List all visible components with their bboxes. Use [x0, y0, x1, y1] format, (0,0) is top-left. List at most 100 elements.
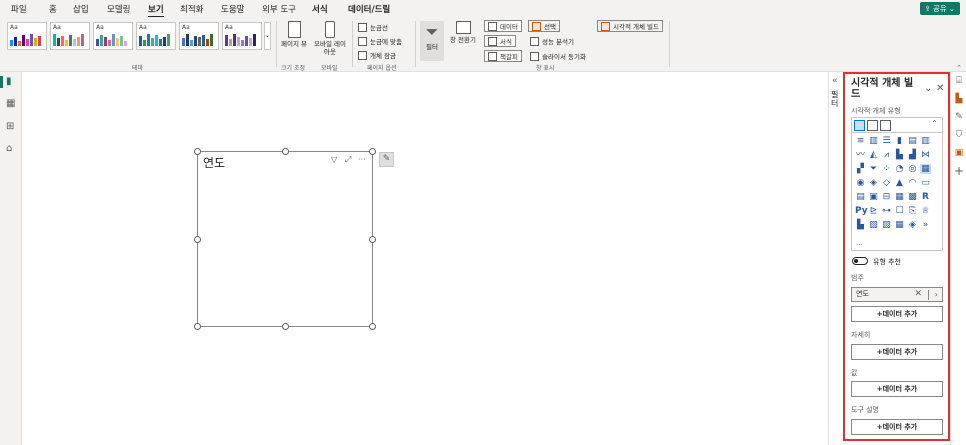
- selection-icon[interactable]: ▣: [954, 148, 964, 158]
- add-data-values-button[interactable]: +데이터 추가: [851, 381, 943, 397]
- filled-map-icon[interactable]: ◈: [868, 178, 879, 188]
- card-icon[interactable]: ▭: [920, 178, 931, 188]
- share-button[interactable]: ⇪ 공유 ⌄: [919, 2, 960, 15]
- menu-view[interactable]: 보기: [148, 3, 164, 18]
- theme-thumbnail[interactable]: Aa: [7, 22, 47, 50]
- matrix-icon[interactable]: ▩: [907, 192, 918, 202]
- matrix-tab-icon[interactable]: [880, 120, 891, 131]
- pane-switcher-button[interactable]: 창 전환기: [450, 21, 476, 44]
- theme-thumbnail[interactable]: Aa: [93, 22, 133, 50]
- selected-visual[interactable]: 연도 ▽ ⤢ ···: [194, 148, 376, 330]
- power-apps-icon[interactable]: ▧: [868, 220, 879, 230]
- lock-objects-checkbox[interactable]: 개체 잠금: [358, 50, 396, 60]
- category-field-pill[interactable]: 연도 ✕ ›: [851, 287, 943, 302]
- menu-home[interactable]: 홈: [49, 3, 57, 15]
- key-influencers-icon[interactable]: ⊵: [868, 206, 879, 216]
- stacked-area-icon[interactable]: ⩘: [881, 150, 892, 160]
- donut-icon[interactable]: ◎: [907, 164, 918, 174]
- stacked-column-icon[interactable]: ▥: [868, 136, 879, 146]
- filter-icon[interactable]: ▽: [331, 155, 337, 164]
- type-suggest-toggle[interactable]: [852, 257, 868, 265]
- multi-row-card-icon[interactable]: ▤: [855, 192, 866, 202]
- chevron-visual-icon[interactable]: »: [920, 220, 931, 230]
- decomposition-tree-icon[interactable]: ⊶: [881, 206, 892, 216]
- table-icon[interactable]: ▦: [894, 192, 905, 202]
- area-chart-icon[interactable]: ◭: [868, 150, 879, 160]
- more-visuals-icon[interactable]: ···: [856, 241, 863, 249]
- performance-analyzer-button[interactable]: 성능 분석기: [530, 36, 574, 46]
- data-pane-button[interactable]: 데이터: [484, 20, 522, 32]
- theme-thumbnail[interactable]: Aa: [179, 22, 219, 50]
- table-view-icon[interactable]: ▦: [6, 99, 17, 109]
- line-clustered-icon[interactable]: ▟: [907, 150, 918, 160]
- funnel-icon[interactable]: ⏷: [868, 164, 879, 174]
- add-data-details-button[interactable]: +데이터 추가: [851, 344, 943, 360]
- diamond-visual-icon[interactable]: ◈: [907, 220, 918, 230]
- clustered-column-icon[interactable]: ▮: [894, 136, 905, 146]
- add-icon[interactable]: +: [954, 165, 964, 177]
- qa-icon[interactable]: ☐: [894, 206, 905, 216]
- data-pane-icon[interactable]: ⌸: [954, 76, 964, 86]
- paginated-report-icon[interactable]: ▙: [855, 220, 866, 230]
- theme-thumbnail[interactable]: Aa: [136, 22, 176, 50]
- build-visual-pane-button[interactable]: 시각적 개체 빌드: [597, 20, 663, 32]
- chevron-down-icon[interactable]: ⌄: [924, 83, 932, 94]
- report-view-icon[interactable]: ▮: [6, 77, 17, 87]
- azure-map-icon[interactable]: ▲: [894, 178, 905, 188]
- stacked-bar-icon[interactable]: ≡: [855, 136, 866, 146]
- theme-thumbnail[interactable]: Aa: [222, 22, 262, 50]
- more-options-icon[interactable]: ···: [358, 155, 366, 164]
- menu-modeling[interactable]: 모델링: [107, 3, 130, 15]
- add-data-tooltips-button[interactable]: +데이터 추가: [851, 419, 943, 435]
- format-visual-icon[interactable]: ✎: [954, 112, 964, 122]
- resize-handle[interactable]: [282, 148, 289, 155]
- remove-field-icon[interactable]: ✕: [914, 288, 922, 301]
- menu-insert[interactable]: 삽입: [73, 3, 89, 15]
- clustered-bar-icon[interactable]: ☰: [881, 136, 892, 146]
- mobile-layout-button[interactable]: 모바일 레이아웃: [313, 21, 347, 56]
- dax-query-icon[interactable]: ⌂: [6, 144, 17, 154]
- table-tab-icon[interactable]: [867, 120, 878, 131]
- menu-file[interactable]: 파일: [11, 3, 27, 15]
- chevron-right-icon[interactable]: ›: [935, 288, 938, 301]
- power-bi-icon[interactable]: ▦: [894, 220, 905, 230]
- resize-handle[interactable]: [369, 236, 376, 243]
- page-view-button[interactable]: 페이지 뷰: [281, 21, 307, 48]
- menu-optimize[interactable]: 최적화: [180, 3, 203, 15]
- bookmarks-pane-button[interactable]: 책갈피: [484, 50, 522, 62]
- filters-pane-collapsed[interactable]: « 필터: [828, 72, 842, 445]
- themes-more-button[interactable]: ⌄: [264, 22, 271, 50]
- resize-handle[interactable]: [369, 148, 376, 155]
- focus-mode-icon[interactable]: ⤢: [345, 155, 351, 165]
- expand-chevron-icon[interactable]: «: [832, 76, 838, 86]
- menu-help[interactable]: 도움말: [221, 3, 244, 15]
- resize-handle[interactable]: [194, 236, 201, 243]
- power-automate-icon[interactable]: ▨: [881, 220, 892, 230]
- filters-pane-button[interactable]: ⏷ 필터: [420, 21, 444, 61]
- menu-format[interactable]: 서식: [312, 3, 328, 15]
- ribbon-chart-icon[interactable]: ⋈: [920, 150, 931, 160]
- build-visual-tab-icon[interactable]: [854, 120, 865, 131]
- report-canvas[interactable]: [23, 72, 828, 445]
- collapse-ribbon-icon[interactable]: ⌃: [956, 64, 962, 72]
- sync-slicers-button[interactable]: 슬라이서 동기화: [530, 51, 586, 61]
- line-chart-icon[interactable]: 〰: [855, 150, 866, 160]
- resize-handle[interactable]: [194, 323, 201, 330]
- model-view-icon[interactable]: ⊞: [6, 122, 17, 132]
- close-icon[interactable]: ✕: [936, 83, 944, 94]
- kpi-icon[interactable]: ▣: [868, 192, 879, 202]
- build-visual-icon[interactable]: ▙: [954, 94, 964, 104]
- resize-handle[interactable]: [282, 323, 289, 330]
- waterfall-icon[interactable]: ▞: [855, 164, 866, 174]
- menu-external-tools[interactable]: 외부 도구: [262, 3, 296, 15]
- scatter-icon[interactable]: ⁘: [881, 164, 892, 174]
- line-column-icon[interactable]: ▙: [894, 150, 905, 160]
- bookmark-icon[interactable]: ⛉: [954, 130, 964, 140]
- map-icon[interactable]: ◉: [855, 178, 866, 188]
- goals-icon[interactable]: ♕: [920, 206, 931, 216]
- python-visual-icon[interactable]: Py: [855, 206, 868, 216]
- add-data-category-button[interactable]: +데이터 추가: [851, 306, 943, 322]
- selection-pane-button[interactable]: 선택: [528, 20, 560, 32]
- treemap-icon[interactable]: ▦: [920, 164, 931, 174]
- collapse-gallery-icon[interactable]: ⌃: [931, 119, 938, 128]
